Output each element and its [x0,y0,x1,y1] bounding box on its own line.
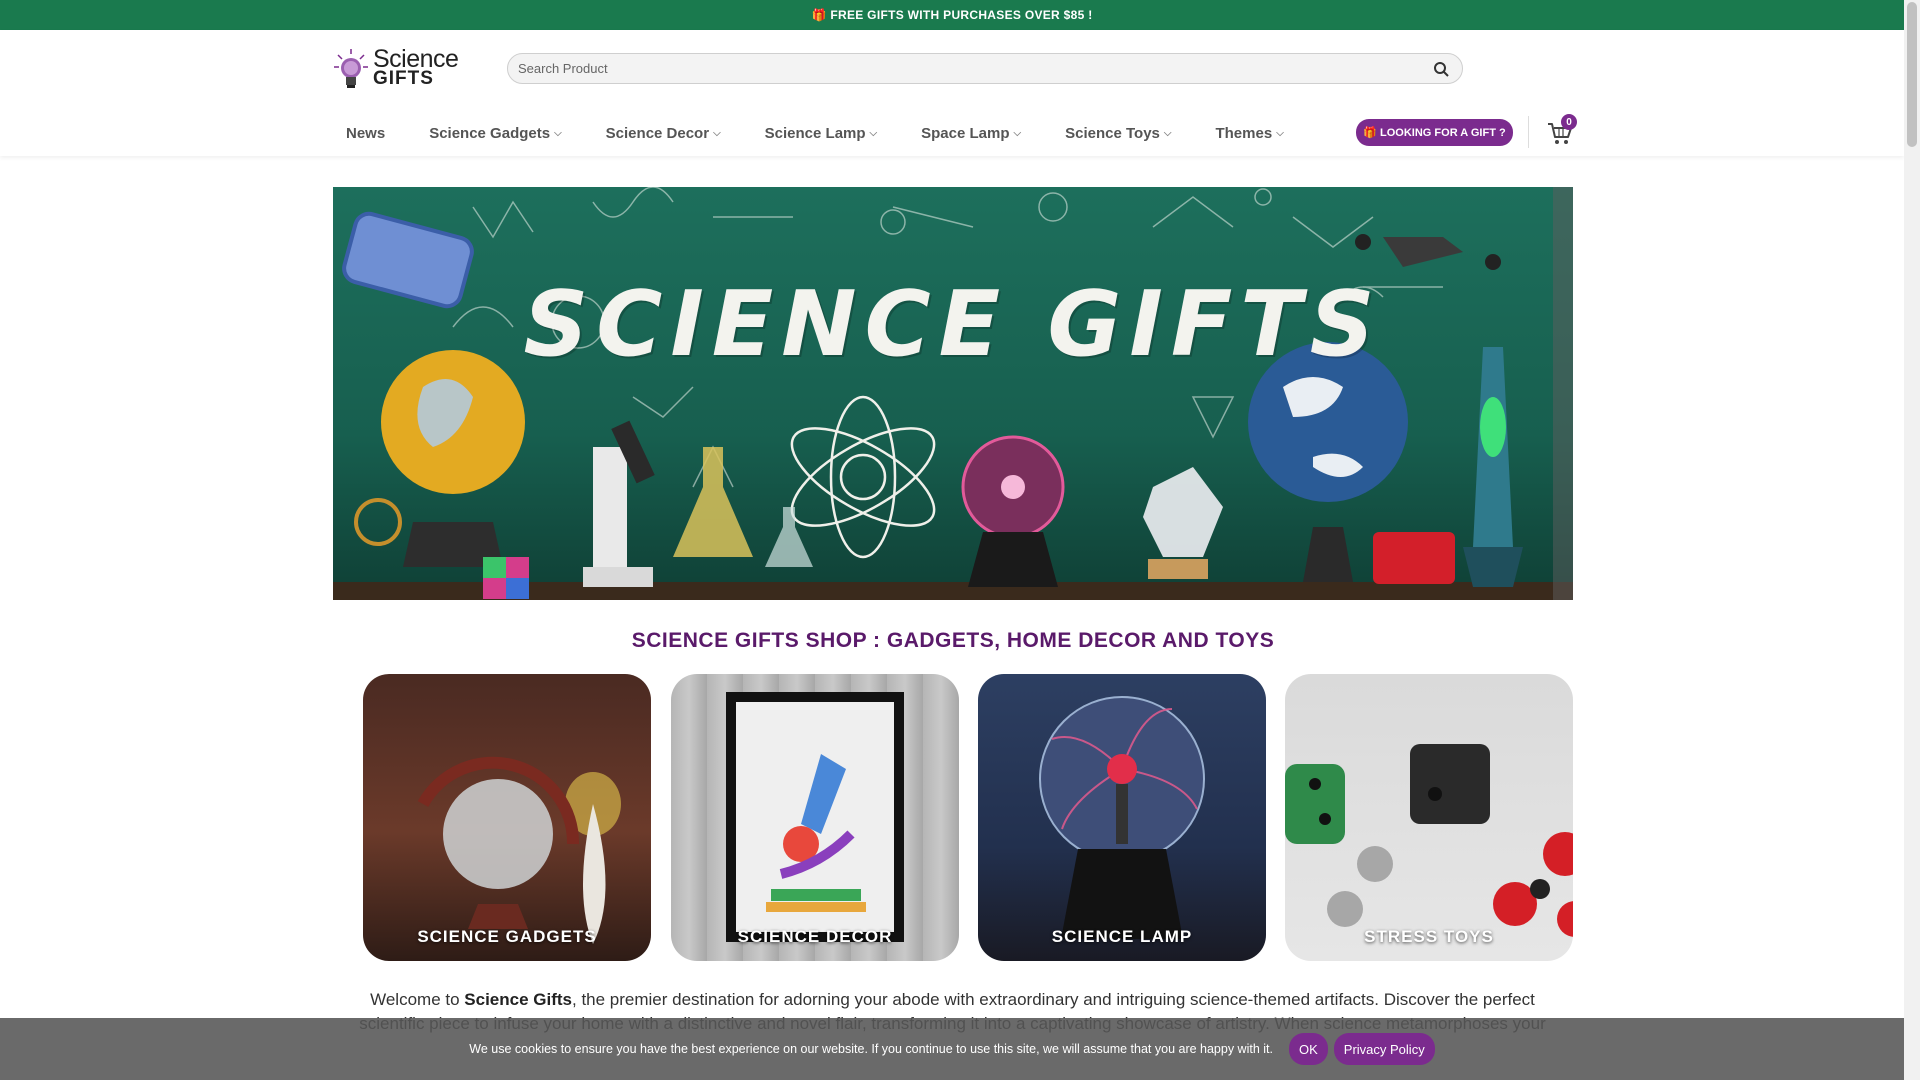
category-card-science-decor[interactable]: SCIENCE DECOR [671,674,959,961]
microscope-poster-image [726,692,904,942]
search-bar [507,53,1463,84]
chevron-down-icon: ⌵ [554,127,562,139]
search-icon[interactable] [1430,58,1452,80]
category-card-science-lamp[interactable]: SCIENCE LAMP [978,674,1266,961]
lightbulb-icon [333,47,369,91]
header-divider [1528,116,1529,148]
scrollbar-thumb[interactable] [1907,2,1917,147]
category-label: SCIENCE DECOR [737,927,893,946]
chevron-down-icon: ⌵ [1276,127,1284,139]
privacy-policy-button[interactable]: Privacy Policy [1333,1033,1435,1065]
category-card-stress-toys[interactable]: STRESS TOYS [1285,674,1573,961]
cookie-message: We use cookies to ensure you have the be… [469,1042,1273,1056]
section-title: SCIENCE GIFTS SHOP : GADGETS, HOME DECOR… [631,629,1275,652]
search-input[interactable] [518,61,1430,76]
intro-brand: Science Gifts [464,990,572,1009]
hero-illustration [333,187,1573,600]
chevron-down-icon: ⌵ [869,127,878,139]
nav-item-space-lamp[interactable]: Space Lamp ⌵ [921,125,1021,142]
hero-title: SCIENCE GIFTS [523,272,1383,377]
nav-item-science-decor[interactable]: Science Decor ⌵ [606,125,721,142]
site-header: Science GIFTS News Science Gadgets⌵ Scie… [0,30,1904,156]
category-label: SCIENCE GADGETS [417,927,597,946]
nav-item-science-lamp[interactable]: Science Lamp ⌵ [765,125,877,142]
cart-count-badge: 0 [1561,114,1577,130]
nav-item-news[interactable]: News [346,125,385,142]
cookie-consent-bar: We use cookies to ensure you have the be… [0,1018,1904,1080]
nav-item-themes[interactable]: Themes ⌵ [1215,125,1283,142]
looking-for-gift-button[interactable]: 🎁 LOOKING FOR A GIFT ? [1356,119,1513,146]
chevron-down-icon: ⌵ [1163,127,1172,139]
nav-item-science-gadgets[interactable]: Science Gadgets ⌵ [429,125,561,142]
scrollbar-track[interactable] [1904,0,1920,1080]
plasma-ball-image [1039,696,1205,939]
category-label: STRESS TOYS [1364,927,1494,946]
logo-line1: Science [373,45,459,73]
chevron-down-icon: ⌵ [713,127,721,139]
fidget-toys-image [1285,744,1573,937]
chevron-down-icon: ⌵ [1013,127,1022,139]
storm-glass-image [417,756,621,944]
promo-banner: 🎁 FREE GIFTS WITH PURCHASES OVER $85 ! [0,0,1904,30]
promo-text: 🎁 FREE GIFTS WITH PURCHASES OVER $85 ! [811,8,1093,22]
site-logo[interactable]: Science GIFTS [333,46,459,92]
hero-banner[interactable]: SCIENCE GIFTS [333,187,1573,600]
cookie-ok-button[interactable]: OK [1288,1033,1328,1065]
category-label: SCIENCE LAMP [1051,927,1193,946]
category-card-science-gadgets[interactable]: SCIENCE GADGETS [363,674,651,961]
nav-item-science-toys[interactable]: Science Toys ⌵ [1065,125,1171,142]
main-nav: News Science Gadgets ⌵ Science Decor ⌵ Sci… [333,118,1284,148]
